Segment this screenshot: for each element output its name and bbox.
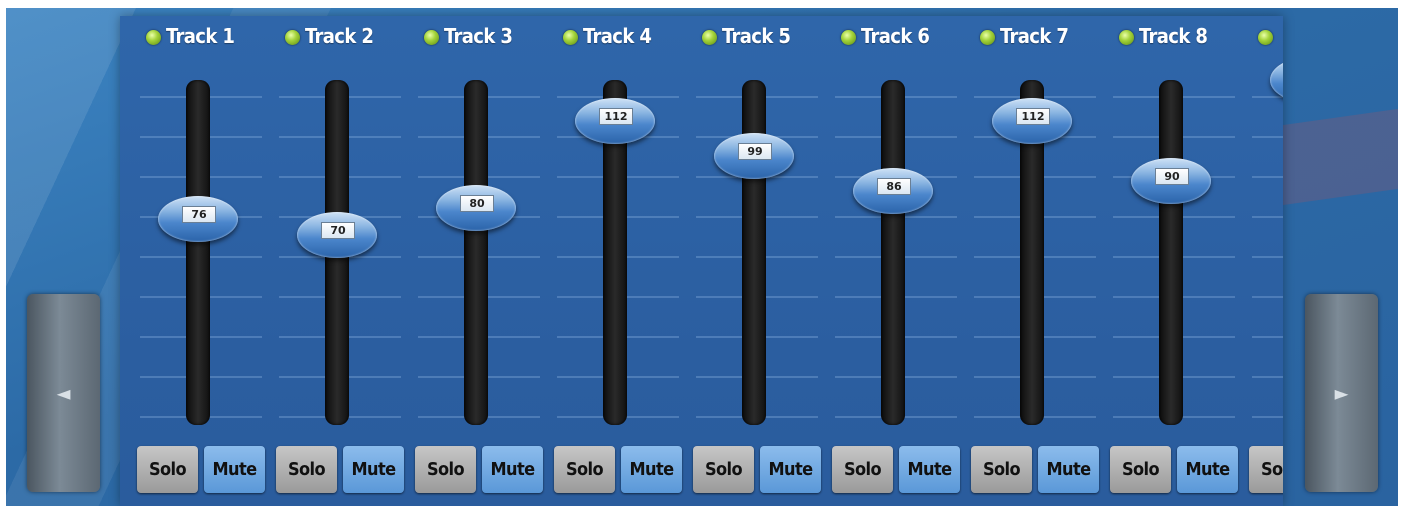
track-active-led-icon[interactable] (702, 30, 717, 45)
track-name: Track 7 (1000, 24, 1069, 48)
track-name: Track 6 (861, 24, 930, 48)
track-active-led-icon[interactable] (1258, 30, 1273, 45)
fader-track[interactable] (1159, 80, 1183, 425)
solo-button[interactable]: Solo (1110, 446, 1171, 493)
channel-header (1232, 16, 1283, 54)
channel-strip: SoloMute (1232, 16, 1283, 506)
fader-value-label: 90 (1155, 167, 1189, 185)
channel-header: Track 6 (815, 16, 954, 54)
track-active-led-icon[interactable] (424, 30, 439, 45)
channel-strip: Track 4 112 Solo Mute (537, 16, 682, 506)
fader-track[interactable] (742, 80, 766, 425)
fader-knob[interactable]: 80 (436, 184, 516, 231)
fader-value-label: 86 (877, 178, 911, 196)
fader-knob[interactable]: 112 (992, 97, 1072, 144)
scale-tick (1252, 416, 1283, 418)
track-name: Track 2 (305, 24, 374, 48)
track-name: Track 1 (166, 24, 235, 48)
fader-value-label: 99 (738, 143, 772, 161)
track-active-led-icon[interactable] (980, 30, 995, 45)
channel-header: Track 1 (120, 16, 259, 54)
scale-tick (1252, 176, 1283, 178)
solo-button[interactable]: Solo (415, 446, 476, 493)
mute-button[interactable]: Mute (204, 446, 265, 493)
fader-track[interactable] (881, 80, 905, 425)
solo-button[interactable]: Solo (137, 446, 198, 493)
mute-button[interactable]: Mute (482, 446, 543, 493)
fader-knob[interactable]: 76 (158, 195, 238, 242)
scroll-left-button[interactable]: ◄ (27, 294, 100, 492)
mute-button[interactable]: Mute (899, 446, 960, 493)
solo-button[interactable]: Solo (554, 446, 615, 493)
arrow-right-icon: ► (1334, 381, 1349, 405)
track-name: Track 5 (722, 24, 791, 48)
track-name: Track 8 (1139, 24, 1208, 48)
solo-button[interactable]: Solo (832, 446, 893, 493)
channel-strip: Track 3 80 Solo Mute (398, 16, 543, 506)
fader-knob[interactable]: 112 (575, 97, 655, 144)
fader-knob[interactable]: 99 (714, 133, 794, 180)
fader-value-label: 80 (460, 194, 494, 212)
mixer-window: Track 1 76 Solo Mute Track 2 70 Solo Mute Track … (6, 8, 1398, 506)
channel-strip: Track 6 86 Solo Mute (815, 16, 960, 506)
scale-tick (1252, 216, 1283, 218)
channel-header: Track 4 (537, 16, 676, 54)
channel-header: Track 2 (259, 16, 398, 54)
solo-button[interactable]: Solo (693, 446, 754, 493)
track-active-led-icon[interactable] (1119, 30, 1134, 45)
fader-value-label: 112 (599, 107, 633, 125)
fader-track[interactable] (186, 80, 210, 425)
scale-tick (1252, 136, 1283, 138)
channel-strip: Track 1 76 Solo Mute (120, 16, 265, 506)
scale-tick (1252, 336, 1283, 338)
scale-tick (1252, 96, 1283, 98)
solo-button[interactable]: Solo (1249, 446, 1283, 493)
fader-track[interactable] (464, 80, 488, 425)
channel-strip: Track 5 99 Solo Mute (676, 16, 821, 506)
channel-header: Track 5 (676, 16, 815, 54)
solo-button[interactable]: Solo (276, 446, 337, 493)
mute-button[interactable]: Mute (621, 446, 682, 493)
channel-header: Track 8 (1093, 16, 1232, 54)
solo-button[interactable]: Solo (971, 446, 1032, 493)
mixer-panel: Track 1 76 Solo Mute Track 2 70 Solo Mute Track … (120, 16, 1283, 506)
track-active-led-icon[interactable] (563, 30, 578, 45)
track-active-led-icon[interactable] (841, 30, 856, 45)
fader-value-label: 76 (182, 205, 216, 223)
channel-header: Track 3 (398, 16, 537, 54)
fader-scale (1252, 96, 1283, 426)
channel-strip: Track 2 70 Solo Mute (259, 16, 404, 506)
fader-value-label: 70 (321, 221, 355, 239)
scale-tick (1252, 376, 1283, 378)
track-active-led-icon[interactable] (285, 30, 300, 45)
fader-knob[interactable]: 70 (297, 211, 377, 258)
scale-tick (1252, 256, 1283, 258)
track-name: Track 4 (583, 24, 652, 48)
fader-knob[interactable]: 90 (1131, 157, 1211, 204)
mute-button[interactable]: Mute (760, 446, 821, 493)
track-active-led-icon[interactable] (146, 30, 161, 45)
channel-strip: Track 8 90 Solo Mute (1093, 16, 1238, 506)
scroll-right-button[interactable]: ► (1305, 294, 1378, 492)
mute-button[interactable]: Mute (1038, 446, 1099, 493)
scale-tick (1252, 296, 1283, 298)
track-name: Track 3 (444, 24, 513, 48)
channel-header: Track 7 (954, 16, 1093, 54)
arrow-left-icon: ◄ (56, 381, 71, 405)
mute-button[interactable]: Mute (1177, 446, 1238, 493)
mute-button[interactable]: Mute (343, 446, 404, 493)
fader-value-label: 112 (1016, 107, 1050, 125)
channel-strip: Track 7 112 Solo Mute (954, 16, 1099, 506)
